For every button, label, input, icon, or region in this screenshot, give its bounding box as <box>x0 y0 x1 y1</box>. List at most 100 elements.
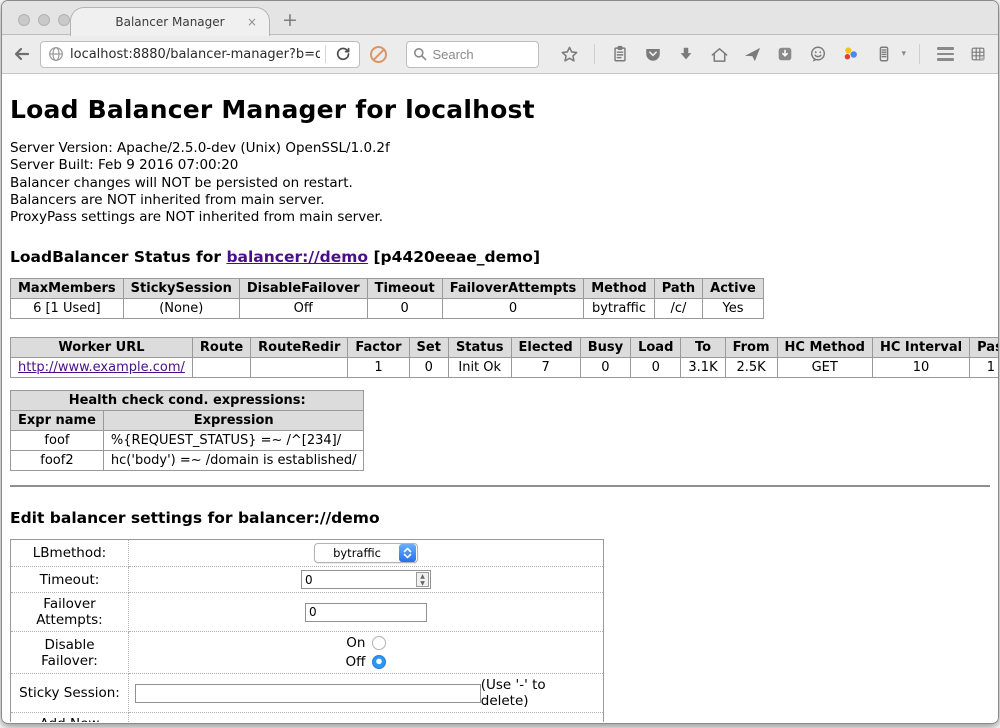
cell-passes: 1 (0) <box>970 358 998 378</box>
close-window-button[interactable] <box>18 14 30 26</box>
cell-load: 0 <box>631 358 681 378</box>
cell-elected: 7 <box>511 358 580 378</box>
lbmethod-label: LBmethod: <box>11 540 129 567</box>
cell-expr-name: foof2 <box>11 451 104 471</box>
back-button[interactable] <box>10 42 34 66</box>
col-timeout: Timeout <box>367 279 442 299</box>
save-page-extension-icon[interactable] <box>773 42 797 66</box>
col-method: Method <box>584 279 654 299</box>
urlbar-divider <box>325 45 326 63</box>
table-header-row: Expr name Expression <box>11 411 364 431</box>
sticky-session-label: Sticky Session: <box>11 674 129 713</box>
add-worker-row: Add New Worker: Are you sure? <box>11 713 604 722</box>
screenshot-grid-icon[interactable] <box>966 42 990 66</box>
search-input[interactable] <box>432 47 532 62</box>
cell-route <box>192 358 250 378</box>
worker-url-link[interactable]: http://www.example.com/ <box>18 360 185 375</box>
url-bar[interactable]: localhost:8880/balancer-manager?b=demo&n… <box>40 41 360 68</box>
cell-path: /c/ <box>654 299 702 319</box>
page-title: Load Balancer Manager for localhost <box>10 95 990 124</box>
disable-failover-label: Disable Failover: <box>11 632 129 674</box>
downloads-icon[interactable] <box>674 42 698 66</box>
sticky-session-input[interactable] <box>135 684 481 703</box>
cell-disablefailover: Off <box>239 299 367 319</box>
col-busy: Busy <box>580 338 630 358</box>
inherit-note-line: Balancers are NOT inherited from main se… <box>10 192 990 209</box>
tab-close-icon[interactable]: × <box>247 15 257 29</box>
col-load: Load <box>631 338 681 358</box>
col-active: Active <box>703 279 764 299</box>
balancer-status-table: MaxMembers StickySession DisableFailover… <box>10 278 764 319</box>
col-route: Route <box>192 338 250 358</box>
timeout-row: Timeout: ▲▼ <box>11 567 604 593</box>
pocket-icon[interactable] <box>641 42 665 66</box>
sticky-session-row: Sticky Session: (Use '-' to delete) <box>11 674 604 713</box>
send-tab-icon[interactable] <box>740 42 764 66</box>
cell-failoverattempts: 0 <box>442 299 584 319</box>
tab-title: Balancer Manager <box>115 15 224 29</box>
browser-window: Balancer Manager × + localhost:8880/bala… <box>1 0 999 724</box>
failover-attempts-label: Failover Attempts: <box>11 593 129 632</box>
chevron-down-icon[interactable]: ▾ <box>901 49 906 59</box>
table-header-row: Worker URL Route RouteRedir Factor Set S… <box>11 338 999 358</box>
failover-attempts-input[interactable] <box>305 603 427 622</box>
server-version-line: Server Version: Apache/2.5.0-dev (Unix) … <box>10 140 990 157</box>
zoom-window-button[interactable] <box>58 14 70 26</box>
col-status: Status <box>448 338 511 358</box>
table-header-row: MaxMembers StickySession DisableFailover… <box>11 279 764 299</box>
failover-off-radio[interactable] <box>372 655 386 669</box>
notes-extension-icon[interactable] <box>872 42 896 66</box>
multi-account-dots-icon[interactable] <box>839 42 863 66</box>
cell-routeredir <box>251 358 348 378</box>
health-check-table: Health check cond. expressions: Expr nam… <box>10 390 364 471</box>
number-stepper-icon[interactable]: ▲▼ <box>416 572 429 587</box>
toolbar-divider <box>594 44 595 64</box>
col-set: Set <box>409 338 448 358</box>
col-stickysession: StickySession <box>123 279 239 299</box>
reload-icon[interactable] <box>331 42 355 66</box>
select-stepper-icon <box>399 544 416 562</box>
cell-from: 2.5K <box>725 358 777 378</box>
cell-active: Yes <box>703 299 764 319</box>
disable-failover-row: Disable Failover: On Off <box>11 632 604 674</box>
col-expression: Expression <box>103 411 364 431</box>
menu-hamburger-icon[interactable] <box>933 42 957 66</box>
cell-hc-method: GET <box>777 358 872 378</box>
search-bar[interactable] <box>406 41 539 68</box>
col-disablefailover: DisableFailover <box>239 279 367 299</box>
col-hc-method: HC Method <box>777 338 872 358</box>
server-built-line: Server Built: Feb 9 2016 07:00:20 <box>10 157 990 174</box>
minimize-window-button[interactable] <box>38 14 50 26</box>
cell-status: Init Ok <box>448 358 511 378</box>
col-path: Path <box>654 279 702 299</box>
balancer-settings-form: LBmethod: bytraffic Timeout: ▲▼ <box>10 539 604 722</box>
balancer-demo-link[interactable]: balancer://demo <box>226 248 368 266</box>
failover-on-radio[interactable] <box>372 636 386 650</box>
tab-bar: Balancer Manager × + <box>2 1 998 35</box>
url-text[interactable]: localhost:8880/balancer-manager?b=demo&n… <box>70 47 320 62</box>
lbmethod-row: LBmethod: bytraffic <box>11 540 604 567</box>
toolbar-divider <box>919 44 920 64</box>
col-to: To <box>681 338 725 358</box>
tab-balancer-manager[interactable]: Balancer Manager × <box>70 7 270 36</box>
site-identity-globe-icon[interactable] <box>47 42 65 66</box>
cell-to: 3.1K <box>681 358 725 378</box>
col-factor: Factor <box>348 338 409 358</box>
loadbalancer-status-heading: LoadBalancer Status for balancer://demo … <box>10 248 990 266</box>
status-heading-suffix: [p4420eeae_demo] <box>368 248 540 266</box>
feedback-smiley-icon[interactable] <box>806 42 830 66</box>
window-controls[interactable] <box>18 14 70 26</box>
plugin-blocked-icon[interactable] <box>366 42 390 66</box>
reading-list-icon[interactable] <box>608 42 632 66</box>
col-expr-name: Expr name <box>11 411 104 431</box>
table-row: 6 [1 Used] (None) Off 0 0 bytraffic /c/ … <box>11 299 764 319</box>
home-icon[interactable] <box>707 42 731 66</box>
cell-expression: hc('body') =~ /domain is established/ <box>103 451 364 471</box>
timeout-input[interactable] <box>301 570 431 589</box>
col-passes: Passes <box>970 338 998 358</box>
worker-row: http://www.example.com/ 1 0 Init Ok 7 0 … <box>11 358 999 378</box>
new-tab-button[interactable]: + <box>282 9 298 31</box>
lbmethod-select[interactable]: bytraffic <box>314 543 418 563</box>
bookmark-star-icon[interactable] <box>557 42 581 66</box>
cell-expr-name: foof <box>11 431 104 451</box>
